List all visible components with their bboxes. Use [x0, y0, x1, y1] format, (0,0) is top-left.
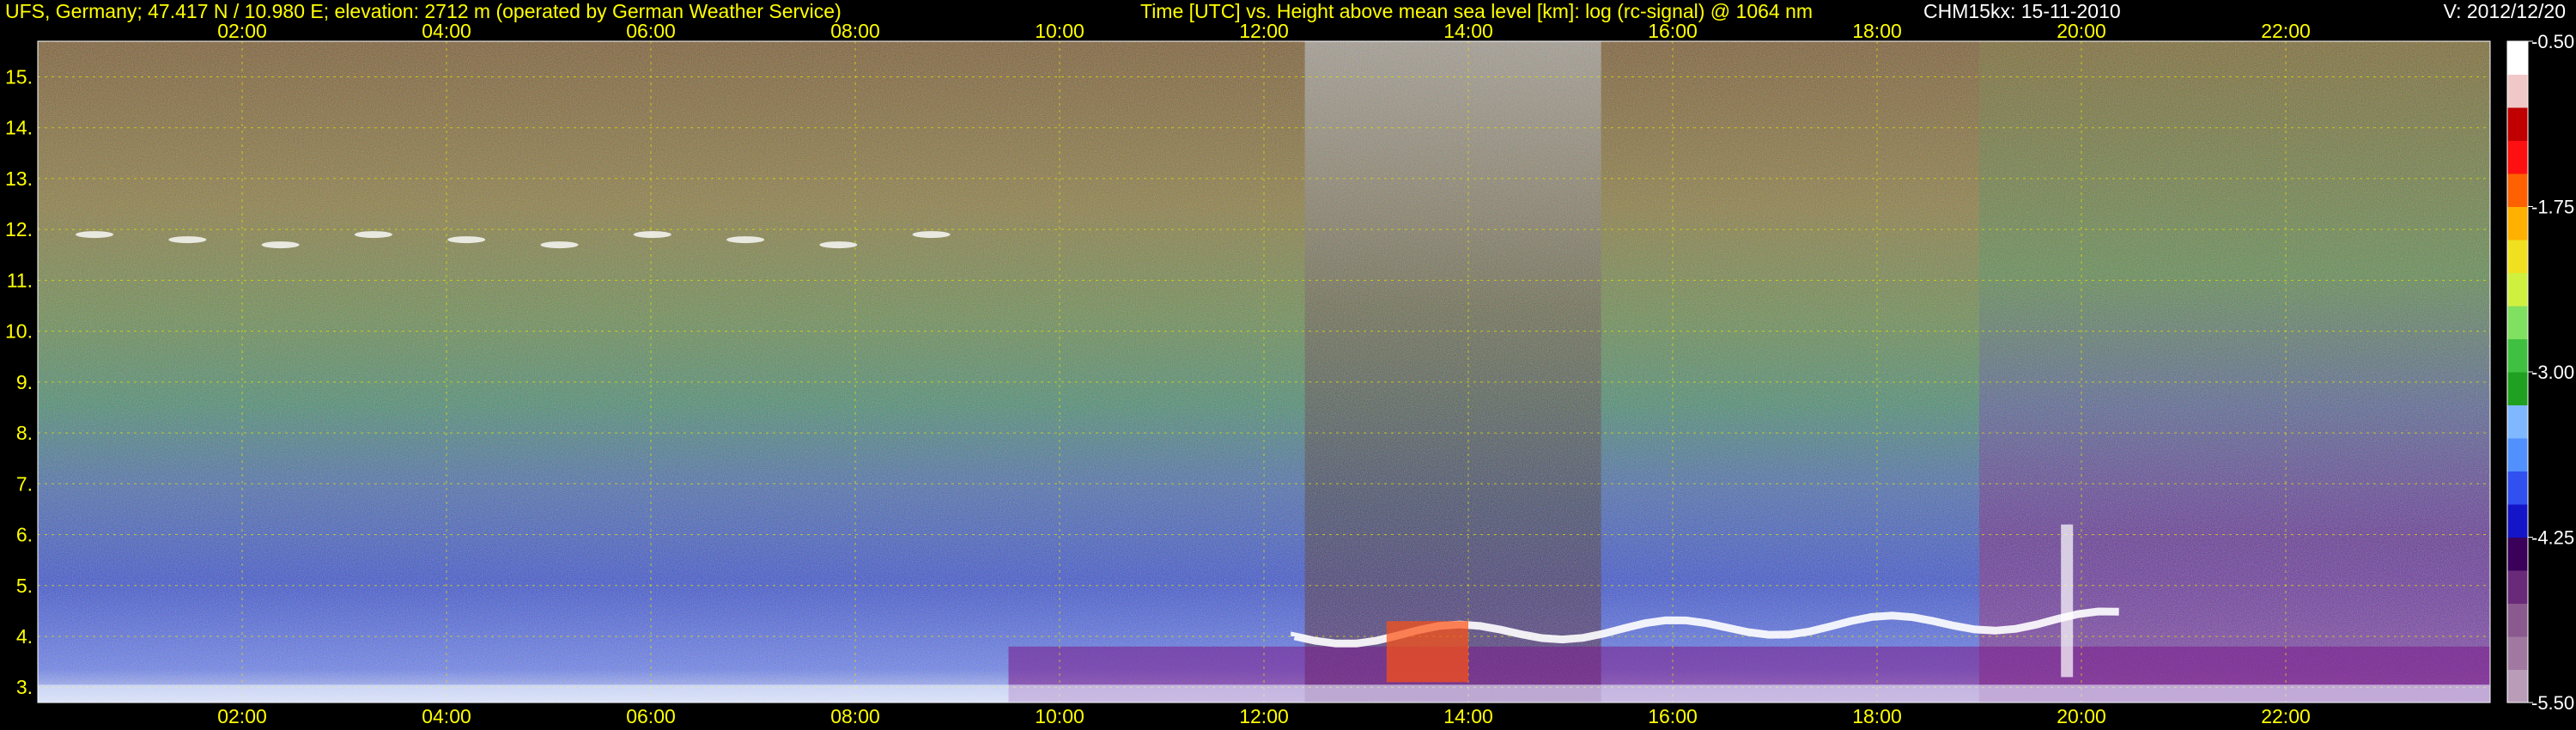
- colorbar-segment: [2507, 107, 2528, 141]
- y-tick-label: 14.: [5, 117, 33, 139]
- x-axis-bottom: 02:00 04:00 06:00 08:00 10:00 12:00 14:00 16:00…: [217, 705, 2311, 727]
- x-tick-label-bottom: 10:00: [1035, 705, 1084, 727]
- x-tick-label-bottom: 04:00: [422, 705, 471, 727]
- x-tick-label-top: 10:00: [1035, 20, 1084, 42]
- y-tick-label: 4.: [16, 625, 33, 648]
- feature-cirrus-traces: [354, 231, 392, 239]
- y-tick-label: 6.: [16, 524, 33, 546]
- y-tick-label: 12.: [5, 218, 33, 240]
- y-tick-label: 3.: [16, 676, 33, 698]
- colorbar-segment: [2507, 206, 2528, 240]
- colorbar-segment: [2507, 306, 2528, 339]
- colorbar-segment: [2507, 272, 2528, 307]
- y-tick-label: 8.: [16, 422, 33, 444]
- feature-cirrus-traces: [540, 241, 579, 249]
- colorbar-segment: [2507, 372, 2528, 405]
- feature-cirrus-traces: [261, 241, 300, 249]
- colorbar-segment: [2507, 570, 2528, 604]
- colorbar-segment: [2507, 537, 2528, 571]
- y-tick-label: 7.: [16, 472, 33, 495]
- colorbar-segment: [2507, 504, 2528, 538]
- colorbar-segment: [2507, 41, 2528, 75]
- lidar-heatmap-chart: 02:00 04:00 06:00 08:00 10:00 12:00 14:00 16:00…: [5, 20, 2574, 727]
- x-tick-label-bottom: 14:00: [1443, 705, 1493, 727]
- colorbar-tick-label: -5.50: [2531, 692, 2574, 714]
- y-tick-label: 9.: [16, 371, 33, 393]
- x-tick-label-top: 18:00: [1852, 20, 1902, 42]
- x-tick-label-top: 22:00: [2261, 20, 2311, 42]
- y-tick-label: 5.: [16, 575, 33, 597]
- colorbar-tick-label: -3.00: [2531, 362, 2574, 383]
- x-tick-label-bottom: 06:00: [626, 705, 676, 727]
- x-tick-label-top: 16:00: [1648, 20, 1698, 42]
- colorbar-segment: [2507, 603, 2528, 637]
- x-tick-label-bottom: 12:00: [1239, 705, 1289, 727]
- cloud-core: [1386, 621, 1468, 683]
- x-tick-label-top: 08:00: [830, 20, 880, 42]
- x-tick-label-bottom: 08:00: [830, 705, 880, 727]
- x-tick-label-bottom: 20:00: [2057, 705, 2106, 727]
- x-tick-label-top: 04:00: [422, 20, 471, 42]
- x-tick-label-bottom: 16:00: [1648, 705, 1698, 727]
- colorbar: -0.50 -1.75 -3.00 -4.25 -5.50: [2506, 31, 2574, 714]
- convective-plume: [2061, 524, 2074, 678]
- x-tick-label-top: 12:00: [1239, 20, 1289, 42]
- y-axis: 3. 4. 5. 6. 7. 8. 9. 10. 11. 12. 13. 14. 15.: [5, 65, 33, 698]
- feature-cirrus-traces: [912, 231, 951, 239]
- feature-cirrus-traces: [76, 231, 114, 239]
- colorbar-segment: [2507, 669, 2528, 703]
- colorbar-segment: [2507, 438, 2528, 471]
- x-tick-label-top: 20:00: [2057, 20, 2106, 42]
- feature-cirrus-traces: [819, 241, 858, 249]
- feature-cirrus-traces: [168, 236, 207, 244]
- colorbar-segment: [2507, 140, 2528, 174]
- y-tick-label: 11.: [7, 269, 33, 291]
- colorbar-segment: [2507, 240, 2528, 273]
- colorbar-segment: [2507, 74, 2528, 108]
- y-tick-label: 10.: [5, 320, 33, 343]
- x-tick-label-top: 14:00: [1443, 20, 1493, 42]
- x-axis-top: 02:00 04:00 06:00 08:00 10:00 12:00 14:00 16:00…: [217, 20, 2311, 42]
- colorbar-segment: [2507, 636, 2528, 670]
- feature-cirrus-traces: [726, 236, 765, 244]
- feature-cirrus-traces: [447, 236, 486, 244]
- colorbar-tick-label: -1.75: [2531, 197, 2574, 218]
- colorbar-segment: [2507, 338, 2528, 373]
- y-tick-label: 15.: [5, 65, 33, 88]
- x-tick-label-bottom: 02:00: [217, 705, 267, 727]
- colorbar-tick-label: -4.25: [2531, 527, 2574, 549]
- x-tick-label-top: 06:00: [626, 20, 676, 42]
- feature-low-boundary-layer: [38, 684, 2490, 703]
- x-tick-label-bottom: 22:00: [2261, 705, 2311, 727]
- x-tick-label-bottom: 18:00: [1852, 705, 1902, 727]
- x-tick-label-top: 02:00: [217, 20, 267, 42]
- colorbar-segment: [2507, 471, 2528, 505]
- colorbar-segment: [2507, 405, 2528, 439]
- y-tick-label: 13.: [5, 167, 33, 190]
- feature-cirrus-traces: [633, 231, 671, 239]
- colorbar-tick-label: -0.50: [2531, 31, 2574, 52]
- colorbar-segment: [2507, 173, 2528, 207]
